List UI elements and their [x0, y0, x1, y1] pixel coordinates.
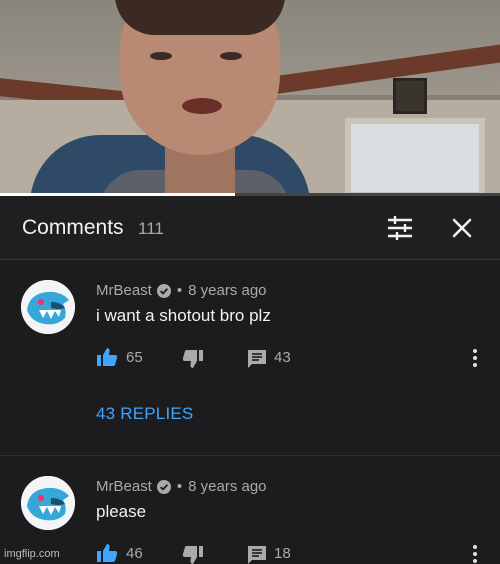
video-scene-eye	[220, 52, 242, 60]
comment-meta: MrBeast • 8 years ago	[96, 282, 267, 299]
comment-text: please	[96, 502, 147, 521]
like-count: 46	[126, 545, 143, 562]
like-count: 65	[126, 349, 143, 366]
meta-separator: •	[176, 282, 183, 299]
avatar[interactable]	[21, 280, 75, 334]
thumbs-down-icon[interactable]	[182, 544, 204, 564]
comments-header: Comments 111	[0, 196, 500, 260]
video-scene-hair	[115, 0, 285, 35]
comment-author[interactable]: MrBeast	[96, 478, 152, 495]
comment-time: 8 years ago	[188, 478, 267, 495]
video-scene-picture-frame	[393, 78, 427, 114]
meta-separator: •	[176, 478, 183, 495]
reply-icon[interactable]	[246, 348, 268, 370]
verified-check-icon	[156, 479, 171, 494]
comments-count: 111	[138, 219, 164, 238]
view-replies-button[interactable]: 43 REPLIES	[96, 404, 193, 424]
comment-item: MrBeast • 8 years ago i want a shotout b…	[0, 262, 500, 456]
close-icon[interactable]	[448, 214, 476, 242]
mrbeast-logo-icon	[21, 280, 75, 334]
comment-text: i want a shotout bro plz	[96, 306, 271, 325]
verified-check-icon	[156, 283, 171, 298]
more-options-icon[interactable]	[468, 542, 482, 564]
comments-title: Comments	[22, 216, 124, 239]
more-options-icon[interactable]	[468, 346, 482, 370]
mrbeast-logo-icon	[21, 476, 75, 530]
comment-actions: 46 18	[96, 542, 486, 564]
thumbs-up-icon[interactable]	[96, 346, 118, 368]
watermark: imgflip.com	[4, 548, 60, 560]
video-scene-mouth	[182, 98, 222, 114]
thumbs-up-icon[interactable]	[96, 542, 118, 564]
comment-item: MrBeast • 8 years ago please 46 18	[0, 458, 500, 564]
comment-time: 8 years ago	[188, 282, 267, 299]
comment-actions: 65 43	[96, 346, 486, 370]
sort-filter-icon[interactable]	[386, 214, 414, 242]
reply-icon[interactable]	[246, 544, 268, 564]
comment-meta: MrBeast • 8 years ago	[96, 478, 267, 495]
comment-author[interactable]: MrBeast	[96, 282, 152, 299]
video-scene-window	[345, 118, 485, 196]
video-scene-eye	[150, 52, 172, 60]
avatar[interactable]	[21, 476, 75, 530]
reply-count: 18	[274, 545, 291, 562]
reply-count: 43	[274, 349, 291, 366]
video-player[interactable]	[0, 0, 500, 196]
thumbs-down-icon[interactable]	[182, 348, 204, 370]
